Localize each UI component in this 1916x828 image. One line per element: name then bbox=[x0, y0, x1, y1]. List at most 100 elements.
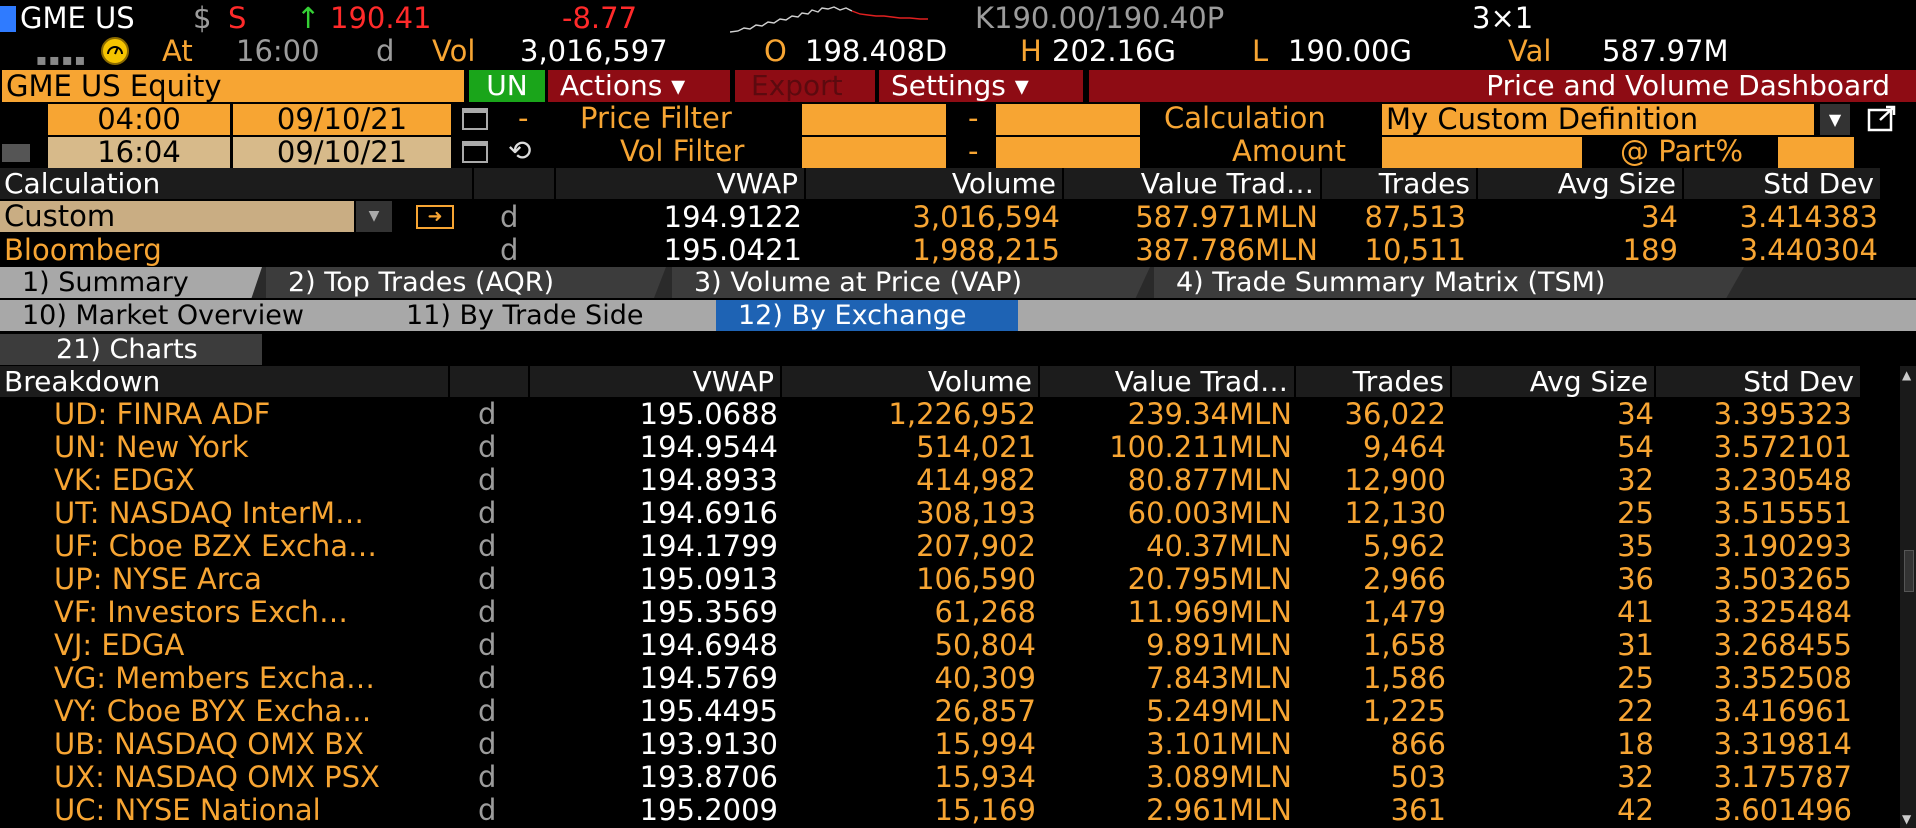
tab-trade-summary-matrix[interactable]: 4) Trade Summary Matrix (TSM) bbox=[1154, 267, 1744, 298]
security-field[interactable]: GME US Equity bbox=[2, 70, 464, 102]
table-row[interactable]: UX: NASDAQ OMX PSX d 193.8706 15,934 3.089ML… bbox=[0, 761, 1900, 794]
breakdown-header-name[interactable]: Breakdown bbox=[0, 366, 448, 397]
breakdown-d: d bbox=[478, 595, 497, 629]
table-row[interactable]: VK: EDGX d 194.8933 414,982 80.877MLN 12,900 3… bbox=[0, 464, 1900, 497]
calculation-select[interactable]: My Custom Definition bbox=[1382, 104, 1814, 135]
breakdown-volume: 514,021 bbox=[916, 430, 1036, 464]
calc-header-volume[interactable]: Volume bbox=[806, 168, 1062, 199]
breakdown-value: 2.961MLN bbox=[1146, 793, 1292, 827]
breakdown-name: UN: New York bbox=[54, 430, 249, 464]
breakdown-header-value[interactable]: Value Trad… bbox=[1040, 366, 1294, 397]
breakdown-header-volume[interactable]: Volume bbox=[782, 366, 1038, 397]
breakdown-header-avg-size[interactable]: Avg Size bbox=[1452, 366, 1654, 397]
end-date-field[interactable]: 09/10/21 bbox=[233, 137, 451, 168]
breakdown-header-trades[interactable]: Trades bbox=[1296, 366, 1450, 397]
open-label: O bbox=[764, 34, 787, 68]
table-row[interactable]: UB: NASDAQ OMX BX d 193.9130 15,994 3.101MLN… bbox=[0, 728, 1900, 761]
scroll-thumb[interactable] bbox=[1904, 550, 1914, 592]
vol-filter-max[interactable] bbox=[996, 137, 1140, 168]
breakdown-trades: 503 bbox=[1390, 760, 1446, 794]
vol-filter-min[interactable] bbox=[802, 137, 946, 168]
toggle-box[interactable] bbox=[2, 144, 30, 162]
breakdown-value: 9.891MLN bbox=[1146, 628, 1292, 662]
table-row[interactable]: UF: Cboe BZX Excha… d 194.1799 207,902 40.37… bbox=[0, 530, 1900, 563]
settings-menu[interactable]: Settings ▾ bbox=[879, 70, 1083, 102]
calculation-label: Calculation bbox=[1164, 101, 1326, 135]
calc-header-trades[interactable]: Trades bbox=[1322, 168, 1476, 199]
calc-header-value[interactable]: Value Trad… bbox=[1064, 168, 1320, 199]
breakdown-value: 11.969MLN bbox=[1127, 595, 1292, 629]
start-date-field[interactable]: 09/10/21 bbox=[233, 104, 451, 135]
subtab-by-trade-side[interactable]: 11) By Trade Side bbox=[384, 300, 714, 331]
calc-header-avg-size[interactable]: Avg Size bbox=[1478, 168, 1682, 199]
s-flag: S bbox=[228, 1, 247, 35]
table-row[interactable]: VF: Investors Exch… d 195.3569 61,268 11.969… bbox=[0, 596, 1900, 629]
breakdown-header-std-dev[interactable]: Std Dev bbox=[1656, 366, 1860, 397]
breakdown-avg-size: 36 bbox=[1617, 562, 1654, 596]
dropdown-icon[interactable]: ▼ bbox=[1820, 104, 1850, 135]
calendar-icon-2[interactable] bbox=[462, 141, 488, 163]
start-time-field[interactable]: 04:00 bbox=[48, 104, 230, 135]
calendar-icon[interactable] bbox=[462, 108, 488, 130]
calc-header-vwap[interactable]: VWAP bbox=[556, 168, 804, 199]
calc-volume: 3,016,594 bbox=[912, 200, 1060, 234]
subtab-charts[interactable]: 21) Charts bbox=[0, 334, 262, 365]
scroll-down-icon[interactable]: ▼ bbox=[1902, 812, 1911, 826]
breakdown-value: 3.101MLN bbox=[1146, 727, 1292, 761]
export-button[interactable]: Export bbox=[735, 70, 875, 102]
scrollbar[interactable]: ▲ ▼ bbox=[1900, 366, 1916, 828]
scroll-up-icon[interactable]: ▲ bbox=[1902, 368, 1911, 382]
breakdown-value: 80.877MLN bbox=[1127, 463, 1292, 497]
breakdown-std-dev: 3.503265 bbox=[1713, 562, 1852, 596]
breakdown-header-vwap[interactable]: VWAP bbox=[530, 366, 780, 397]
part-field[interactable] bbox=[1778, 137, 1854, 168]
ticker[interactable]: GME US bbox=[20, 2, 135, 35]
tab-volume-at-price[interactable]: 3) Volume at Price (VAP) bbox=[672, 267, 1150, 298]
breakdown-name: VF: Investors Exch… bbox=[54, 595, 348, 629]
calc-row-bloomberg[interactable]: Bloomberg d 195.0421 1,988,215 387.786ML… bbox=[0, 234, 1900, 267]
subtab-by-exchange[interactable]: 12) By Exchange bbox=[716, 300, 1018, 331]
breakdown-std-dev: 3.395323 bbox=[1713, 397, 1852, 431]
amount-field[interactable] bbox=[1382, 137, 1582, 168]
price-filter-min[interactable] bbox=[802, 104, 946, 135]
breakdown-volume: 308,193 bbox=[916, 496, 1036, 530]
calc-value: 587.971MLN bbox=[1135, 200, 1318, 234]
popout-icon[interactable] bbox=[1866, 104, 1898, 134]
calc-trades: 87,513 bbox=[1364, 200, 1466, 234]
table-row[interactable]: UD: FINRA ADF d 195.0688 1,226,952 239.34MLN… bbox=[0, 398, 1900, 431]
breakdown-volume: 106,590 bbox=[916, 562, 1036, 596]
table-row[interactable]: VY: Cboe BYX Excha… d 195.4495 26,857 5.249M… bbox=[0, 695, 1900, 728]
price-filter-max[interactable] bbox=[996, 104, 1140, 135]
actions-menu[interactable]: Actions ▾ bbox=[548, 70, 730, 102]
calc-header-calculation[interactable]: Calculation bbox=[0, 168, 472, 199]
table-row[interactable]: UC: NYSE National d 195.2009 15,169 2.961MLN… bbox=[0, 794, 1900, 827]
breakdown-avg-size: 35 bbox=[1617, 529, 1654, 563]
table-row[interactable]: UT: NASDAQ InterM… d 194.6916 308,193 60.003… bbox=[0, 497, 1900, 530]
refresh-icon[interactable]: ⟲ bbox=[508, 134, 531, 167]
currency: $ bbox=[193, 1, 212, 35]
tab-top-trades[interactable]: 2) Top Trades (AQR) bbox=[266, 267, 666, 298]
table-row[interactable]: UN: New York d 194.9544 514,021 100.211MLN 9,… bbox=[0, 431, 1900, 464]
breakdown-name: UD: FINRA ADF bbox=[54, 397, 271, 431]
calc-dropdown-icon[interactable]: ▼ bbox=[356, 201, 392, 232]
breakdown-volume: 26,857 bbox=[934, 694, 1036, 728]
breakdown-value: 5.249MLN bbox=[1146, 694, 1292, 728]
table-row[interactable]: VG: Members Excha… d 194.5769 40,309 7.843ML… bbox=[0, 662, 1900, 695]
breakdown-value: 100.211MLN bbox=[1109, 430, 1292, 464]
quote-time: 16:00 bbox=[236, 34, 320, 68]
breakdown-std-dev: 3.352508 bbox=[1713, 661, 1852, 695]
calc-row-custom[interactable]: Custom ▼ ➜ d 194.9122 3,016,594 587.971M… bbox=[0, 201, 1900, 234]
calc-header-std-dev[interactable]: Std Dev bbox=[1684, 168, 1880, 199]
breakdown-value: 20.795MLN bbox=[1127, 562, 1292, 596]
end-time-field[interactable]: 16:04 bbox=[48, 137, 230, 168]
calc-name-field[interactable]: Custom bbox=[0, 201, 354, 232]
exchange-button[interactable]: UN bbox=[469, 70, 545, 102]
value-traded: 587.97M bbox=[1602, 34, 1729, 68]
export-arrow-icon[interactable]: ➜ bbox=[416, 205, 454, 229]
table-row[interactable]: UP: NYSE Arca d 195.0913 106,590 20.795MLN 2,… bbox=[0, 563, 1900, 596]
vol-label: Vol bbox=[432, 34, 476, 68]
tab-summary[interactable]: 1) Summary bbox=[0, 267, 262, 298]
breakdown-d: d bbox=[478, 562, 497, 596]
subtab-market-overview[interactable]: 10) Market Overview bbox=[0, 300, 400, 331]
table-row[interactable]: VJ: EDGA d 194.6948 50,804 9.891MLN 1,658 31 3.… bbox=[0, 629, 1900, 662]
